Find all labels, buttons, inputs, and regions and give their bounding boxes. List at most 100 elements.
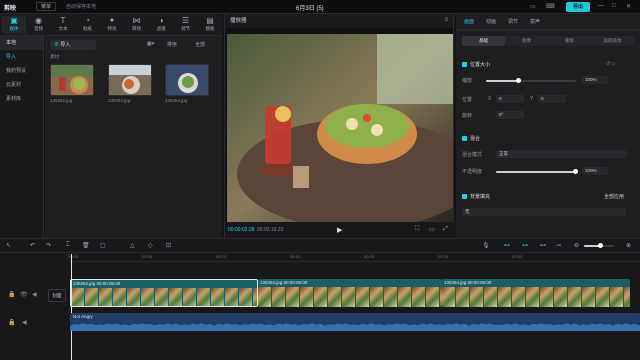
- lock-icon[interactable]: 🔒: [8, 291, 15, 298]
- fullscreen-icon[interactable]: ⤢: [443, 226, 448, 233]
- minimize-icon[interactable]: —: [598, 3, 604, 9]
- media-thumb[interactable]: [108, 64, 152, 96]
- clip-frame: [596, 287, 610, 307]
- eye-icon[interactable]: 👁: [20, 291, 28, 298]
- tab-adjust[interactable]: 调节: [508, 18, 518, 25]
- clip-frame: [370, 287, 384, 307]
- zoom-out-icon[interactable]: ⊖: [574, 242, 579, 249]
- tab-text[interactable]: T 文本: [51, 16, 75, 34]
- nav-item-library[interactable]: 素材库: [0, 92, 43, 106]
- tab-sticker[interactable]: ◔ 贴纸: [76, 16, 100, 34]
- apply-all-button[interactable]: 全部应用: [604, 193, 624, 200]
- subtab-basic[interactable]: 基础: [462, 36, 505, 46]
- video-clip[interactable]: 135263.jpg 00:00:05:00: [258, 279, 442, 307]
- maximize-icon[interactable]: □: [612, 3, 616, 9]
- tab-voice[interactable]: 变声: [530, 18, 540, 25]
- section-bg-fill: 背景填充: [470, 194, 491, 200]
- redo-icon[interactable]: ↷: [46, 242, 51, 249]
- position-size-checkbox[interactable]: [462, 62, 467, 67]
- clip-frame: [314, 287, 328, 307]
- tab-media[interactable]: ▣ 媒体: [2, 16, 26, 34]
- transition-icon: ⋈: [132, 16, 141, 25]
- export-button[interactable]: 导出: [566, 2, 590, 12]
- project-title[interactable]: 6月3日 (5): [296, 3, 324, 12]
- pos-x-field[interactable]: 0: [496, 95, 524, 103]
- view-toggle-icon[interactable]: ▦▾: [147, 41, 154, 47]
- close-icon[interactable]: ✕: [626, 3, 631, 10]
- subtab-beauty[interactable]: 美颜美体: [591, 36, 634, 46]
- ratio-icon[interactable]: ▭: [429, 226, 435, 233]
- subtab-cutout[interactable]: 抠像: [505, 36, 548, 46]
- tab-transition[interactable]: ⋈ 转场: [125, 16, 149, 34]
- delete-icon[interactable]: 🗑: [82, 242, 90, 249]
- subtab-mask[interactable]: 蒙版: [548, 36, 591, 46]
- tab-filter[interactable]: ◑ 滤镜: [149, 16, 173, 34]
- clip-frame: [610, 287, 624, 307]
- undo-icon[interactable]: ↶: [30, 242, 35, 249]
- zoom-slider[interactable]: [584, 243, 614, 248]
- time-ruler[interactable]: 00:00 00:05 00:10 00:15 00:20 00:25 00:30: [68, 254, 640, 262]
- menu-button[interactable]: 菜单: [36, 2, 56, 11]
- ruler-tick: 00:30: [512, 254, 523, 259]
- blend-checkbox[interactable]: [462, 136, 467, 141]
- media-thumb[interactable]: [165, 64, 209, 96]
- split-icon[interactable]: ⌶: [66, 242, 70, 249]
- playhead[interactable]: [71, 254, 72, 360]
- opacity-value-field[interactable]: 100%: [582, 167, 608, 175]
- fit-icon[interactable]: ⛶: [415, 226, 419, 233]
- clip-frame: [99, 288, 113, 306]
- crop-icon[interactable]: ⊡: [166, 242, 171, 249]
- sort-button[interactable]: 排序: [167, 41, 177, 48]
- link-icon[interactable]: ⊷: [504, 242, 510, 249]
- video-clip[interactable]: 135262.jpg 00:00:05:00: [70, 279, 258, 307]
- zoom-slider-knob[interactable]: [598, 243, 603, 248]
- pos-y-field[interactable]: 0: [538, 95, 566, 103]
- magnet-icon[interactable]: ⊸: [556, 242, 561, 249]
- cover-button[interactable]: 封面: [48, 289, 66, 302]
- reset-icon[interactable]: ↺ ◇: [606, 61, 615, 67]
- scale-slider[interactable]: [486, 78, 576, 83]
- mic-icon[interactable]: 🎙: [482, 242, 490, 249]
- clip-frame: [197, 288, 211, 306]
- opacity-slider-knob[interactable]: [573, 169, 578, 174]
- rotate-field[interactable]: 0°: [496, 111, 524, 119]
- select-cursor-icon[interactable]: ↖: [6, 242, 11, 249]
- bg-fill-checkbox[interactable]: [462, 194, 467, 199]
- scale-value-field[interactable]: 100%: [582, 76, 608, 84]
- preview-axis-icon[interactable]: ⊷: [540, 242, 546, 249]
- tab-picture[interactable]: 画面: [464, 18, 474, 25]
- tab-adjust[interactable]: ☰ 调节: [174, 16, 198, 34]
- mute-icon[interactable]: ◀: [22, 319, 27, 326]
- nav-item-cloud[interactable]: 云素材: [0, 78, 43, 92]
- rotate-icon[interactable]: ◇: [148, 242, 153, 249]
- tab-label: 调节: [181, 26, 190, 31]
- video-clip[interactable]: 135264.jpg 00:00:05:00: [442, 279, 630, 307]
- nav-item-import[interactable]: 导入: [0, 50, 43, 64]
- layout-icon[interactable]: ▭: [530, 3, 536, 10]
- lock-icon[interactable]: 🔒: [8, 319, 15, 326]
- play-icon[interactable]: ▶: [337, 226, 342, 234]
- scale-slider-knob[interactable]: [515, 78, 521, 83]
- tab-label: 转场: [132, 26, 141, 31]
- mirror-icon[interactable]: △: [130, 242, 135, 249]
- filter-all-button[interactable]: 全部: [195, 41, 205, 48]
- tab-audio[interactable]: ◉ 音频: [27, 16, 51, 34]
- zoom-in-icon[interactable]: ⊕: [626, 242, 631, 249]
- nav-item-presets[interactable]: 我的预设: [0, 64, 43, 78]
- media-thumb[interactable]: [50, 64, 94, 96]
- freeze-icon[interactable]: ▢: [100, 242, 106, 249]
- bg-fill-select[interactable]: 无: [462, 208, 626, 216]
- player-menu-icon[interactable]: ≡: [444, 17, 448, 23]
- blend-mode-select[interactable]: 正常: [496, 150, 626, 158]
- tab-template[interactable]: ▤ 模板: [198, 16, 222, 34]
- shortcut-icon[interactable]: ⌨: [546, 3, 555, 10]
- import-button[interactable]: ⊕ 导入: [50, 40, 96, 50]
- audio-clip[interactable]: Not Angry: [70, 313, 640, 331]
- mute-icon[interactable]: ◀: [32, 291, 37, 298]
- snap-icon[interactable]: ⊶: [522, 242, 528, 249]
- left-nav: 本地 导入 我的预设 云素材 素材库: [0, 36, 44, 238]
- opacity-slider[interactable]: [496, 169, 578, 174]
- tab-animation[interactable]: 动画: [486, 18, 496, 25]
- nav-item-local[interactable]: 本地: [0, 36, 43, 50]
- tab-effects[interactable]: ✦ 特效: [100, 16, 124, 34]
